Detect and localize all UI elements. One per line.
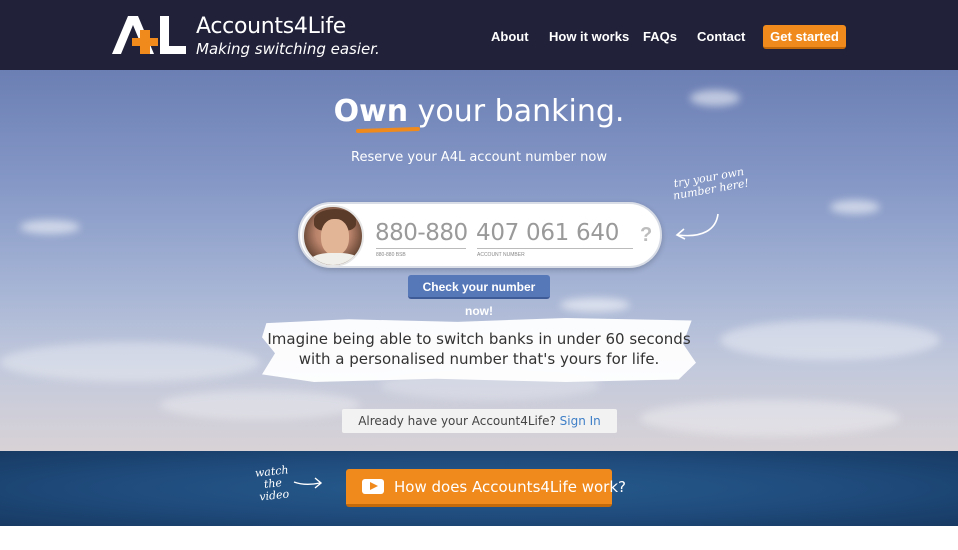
signin-prompt: Already have your Account4Life? [358, 414, 556, 428]
video-button-label: How does Accounts4Life work? [394, 478, 626, 496]
cloud [160, 390, 360, 420]
watch-video-button[interactable]: How does Accounts4Life work? [346, 469, 626, 507]
headline-bold: Own [333, 94, 409, 129]
play-icon [362, 479, 384, 494]
check-number-button[interactable]: Check your number now! [408, 275, 550, 318]
account-number-label: ACCOUNT NUMBER [477, 252, 525, 258]
a4l-logo-icon[interactable] [110, 14, 188, 56]
cloud [640, 400, 900, 436]
cloud [0, 342, 260, 382]
hero-headline: Own your banking. [0, 94, 958, 129]
nav-about[interactable]: About [491, 29, 529, 44]
footer-strip [0, 526, 958, 550]
curved-arrow-icon [675, 213, 719, 240]
nav-how-it-works[interactable]: How it works [549, 29, 629, 44]
get-started-button[interactable]: Get started [763, 25, 846, 49]
nav-faqs[interactable]: FAQs [643, 29, 677, 44]
account-number-box[interactable]: 880-880 880-880 BSB 407 061 640 ACCOUNT … [298, 202, 662, 268]
brand-tagline: Making switching easier. [196, 40, 380, 58]
headline-rest: your banking. [408, 94, 625, 129]
avatar-face [321, 219, 349, 255]
signin-link[interactable]: Sign In [560, 414, 601, 428]
hero-section: Own your banking. Reserve your A4L accou… [0, 70, 958, 451]
bsb-underline [376, 248, 466, 249]
headline-underline [355, 126, 421, 134]
account-number-input[interactable]: 407 061 640 [476, 220, 619, 246]
help-icon[interactable]: ? [640, 224, 652, 247]
hero-subheadline: Reserve your A4L account number now [351, 150, 607, 165]
brand-name[interactable]: Accounts4Life [196, 14, 346, 39]
bsb-input[interactable]: 880-880 [375, 220, 468, 246]
cloud [830, 200, 880, 214]
bsb-label: 880-880 BSB [376, 252, 406, 258]
cloud [720, 320, 940, 360]
pitch-text: Imagine being able to switch banks in un… [267, 330, 691, 368]
nav-contact[interactable]: Contact [697, 29, 745, 44]
site-header: Accounts4Life Making switching easier. A… [0, 0, 958, 70]
avatar-shirt [310, 253, 360, 265]
signin-bar: Already have your Account4Life? Sign In [342, 409, 617, 433]
avatar [302, 205, 364, 267]
try-number-note: try your own number here! [672, 165, 750, 203]
cloud [20, 220, 80, 234]
cloud [560, 298, 630, 312]
account-underline [477, 248, 633, 249]
arrow-right-icon [293, 477, 323, 489]
